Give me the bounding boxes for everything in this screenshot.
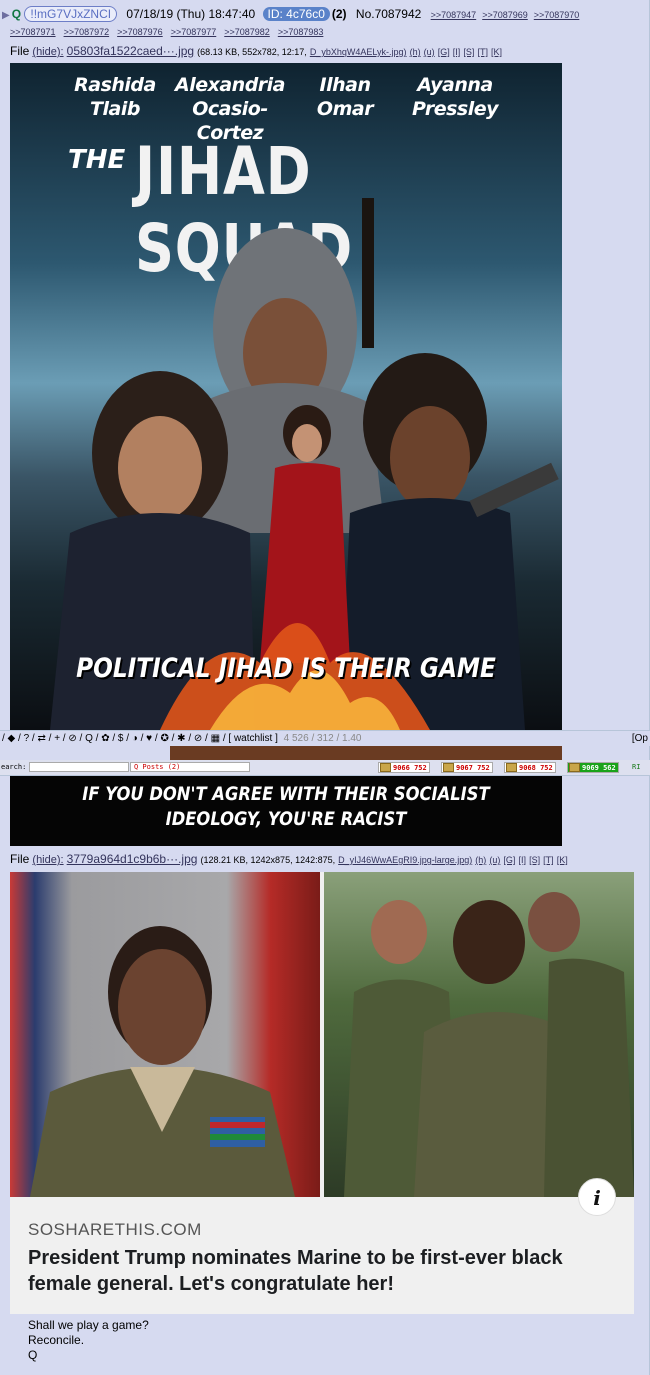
post-chip-icon [380,763,391,772]
file-tool-link[interactable]: [I] [453,47,461,57]
file-tool-link[interactable]: [K] [557,855,568,865]
photo-general-portrait [10,872,320,1197]
board-navbar: / ◆ / ? / ⇄ / + / ⊘ / Q / ✿ / $ / ◑ / ♥ … [0,730,650,746]
file-tool-link[interactable]: [G] [503,855,515,865]
poster-name: Q [11,7,22,21]
info-icon[interactable]: i [578,1178,616,1216]
file-info-1: File (hide): 05803fa1522caed···.jpg (68.… [10,44,502,58]
poster-slogan: POLITICAL JIHAD IS THEIR GAME [76,653,496,684]
post: ▶ Q !!mG7VJxZNCI 07/18/19 (Thu) 18:47:40 … [0,0,650,1375]
backlink[interactable]: >>7087976 [117,27,163,37]
q-post-chip-active[interactable]: 9069 562 [567,762,619,773]
hide-file-link[interactable]: (hide): [32,854,63,866]
file-tool-link[interactable]: (h) [475,855,486,865]
card-source-domain: SOSHARETHIS.COM [28,1220,202,1239]
q-post-chip[interactable]: 9066 752 [378,762,430,773]
file-info-2: File (hide): 3779a964d1c9b6b···.jpg (128… [10,852,568,866]
file-original-name[interactable]: D_ybXhqW4AELyk-.jpg) [310,47,407,57]
post-comment: Shall we play a game? Reconcile. Q [28,1318,149,1363]
q-post-chip[interactable]: 9067 752 [441,762,493,773]
image-strip [170,746,562,760]
options-link[interactable]: [Op [632,731,648,746]
toolbar-right-label: RI [632,763,641,771]
backlink[interactable]: >>7087983 [278,27,324,37]
tripcode: !!mG7VJxZNCI [24,6,118,22]
file-tool-link[interactable]: [S] [529,855,540,865]
post-number-link[interactable]: No.7087942 [356,7,421,21]
q-posts-button[interactable]: Q Posts (2) [130,762,250,772]
post-datetime: 07/18/19 (Thu) 18:47:40 [126,7,256,21]
card-headline: President Trump nominates Marine to be f… [28,1247,563,1295]
search-label: earch: [1,763,27,771]
backlink[interactable]: >>7087947 [431,10,477,20]
comment-line: Q [28,1348,38,1362]
file-name-link[interactable]: 3779a964d1c9b6b···.jpg [67,852,198,866]
file-tool-link[interactable]: (u) [424,47,435,57]
attached-image-poster[interactable]: Rashida Tlaib Alexandria Ocasio-Cortez Ilh… [10,63,562,730]
file-meta: (128.21 KB, 1242x875, 1242:875, [200,855,336,865]
photo-general-field [324,872,634,1197]
file-tool-link[interactable]: [G] [438,47,450,57]
file-tool-link[interactable]: [T] [543,855,554,865]
watchlist-link[interactable]: [ watchlist ] [228,733,277,744]
file-tool-link[interactable]: [T] [477,47,488,57]
navbar-icons[interactable]: / ◆ / ? / ⇄ / + / ⊘ / Q / ✿ / $ / ◑ / ♥ … [2,733,226,744]
comment-line: Reconcile. [28,1333,85,1347]
post-chip-icon [506,763,517,772]
backlink[interactable]: >>7087982 [224,27,270,37]
portrait-illustration [30,926,295,1197]
hide-file-link[interactable]: (hide): [32,46,63,58]
backlink[interactable]: >>7087977 [171,27,217,37]
id-post-count: (2) [331,7,347,21]
file-tool-link[interactable]: [K] [491,47,502,57]
backlink[interactable]: >>7087970 [534,10,580,20]
attached-image-poster-bottom[interactable]: IF YOU DON'T AGREE WITH THEIR SOCIALIST … [10,776,562,846]
backlink[interactable]: >>7087971 [10,27,56,37]
file-name-link[interactable]: 05803fa1522caed···.jpg [67,44,194,58]
field-photo-illustration [344,892,634,1197]
file-tool-link[interactable]: [I] [519,855,527,865]
attached-image-share-card[interactable]: i SOSHARETHIS.COM President Trump nomina… [10,872,634,1314]
poster-slogan-2: IF YOU DON'T AGREE WITH THEIR SOCIALIST … [82,783,490,830]
q-posts-toolbar: earch: Q Posts (2) 9066 752 9067 752 906… [0,760,650,776]
poster-figures-illustration [50,198,559,730]
post-menu-arrow-icon[interactable]: ▶ [2,10,10,21]
backlink[interactable]: >>7087972 [64,27,110,37]
file-tool-link[interactable]: (u) [489,855,500,865]
file-tool-link[interactable]: (h) [410,47,421,57]
comment-line: Shall we play a game? [28,1318,149,1332]
thread-stats: 4 526 / 312 / 1.40 [283,733,362,744]
backlinks-row: >>7087971 >>7087972 >>7087976 >>7087977 >>70… [10,27,331,37]
backlink[interactable]: >>7087969 [482,10,528,20]
post-chip-icon [569,763,580,772]
post-header: ▶ Q !!mG7VJxZNCI 07/18/19 (Thu) 18:47:40 … [2,6,642,23]
search-input[interactable] [29,762,129,772]
q-post-chip[interactable]: 9068 752 [504,762,556,773]
poster-id-badge[interactable]: ID: 4c76c0 [262,7,330,21]
file-label: File [10,44,30,58]
file-tool-link[interactable]: [S] [463,47,474,57]
post-chip-icon [443,763,454,772]
file-label: File [10,852,30,866]
file-original-name[interactable]: D_yIJ46WwAEgRI9.jpg-large.jpg) [338,855,472,865]
file-meta: (68.13 KB, 552x782, 12:17, [197,47,307,57]
